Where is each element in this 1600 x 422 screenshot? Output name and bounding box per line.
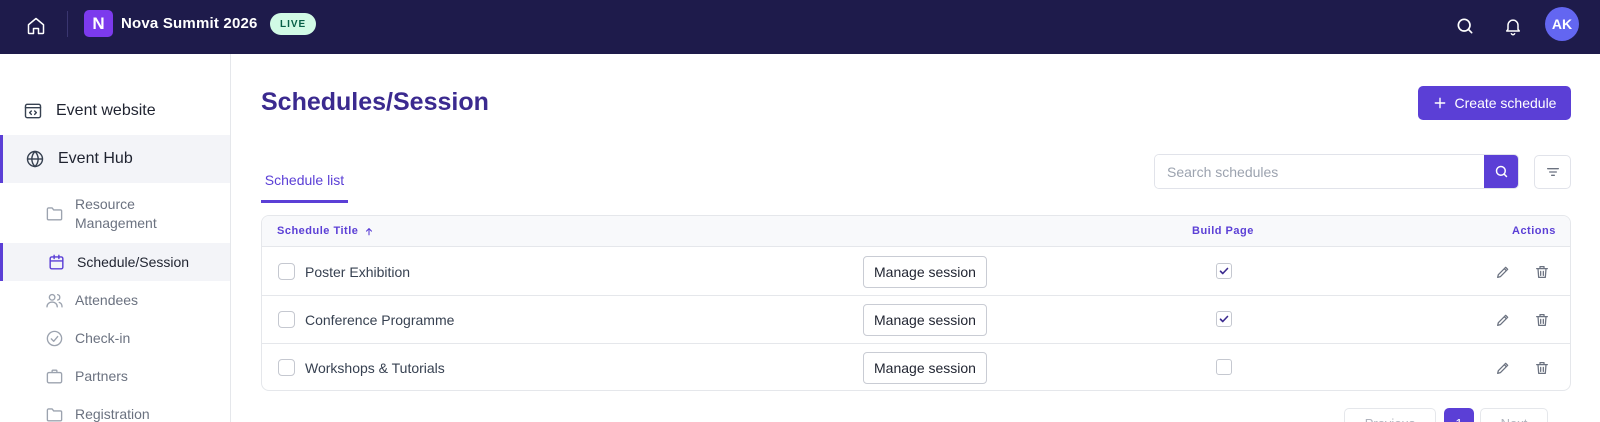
build-page-checkbox[interactable] [1216, 263, 1232, 279]
pencil-icon [1497, 362, 1509, 374]
search-input[interactable] [1155, 155, 1484, 188]
table-row: Conference Programme Manage session [262, 296, 1570, 344]
sidebar-item-resource-management[interactable]: Resource Management [0, 190, 230, 238]
sidebar-item-label: Registration [75, 405, 150, 422]
edit-button[interactable] [1493, 262, 1513, 282]
tab-schedule-list[interactable]: Schedule list [261, 160, 348, 203]
pagination-next[interactable]: Next [1480, 408, 1548, 422]
delete-button[interactable] [1532, 358, 1552, 378]
calendar-icon [49, 254, 64, 270]
sidebar-item-label: Schedule/Session [77, 253, 190, 270]
search-bar [1154, 154, 1519, 189]
column-header-build-page: Build Page [1192, 225, 1254, 237]
check-circle-icon [46, 330, 63, 347]
users-icon [46, 293, 63, 308]
sidebar-item-label: Check-in [75, 329, 131, 346]
pagination-previous[interactable]: Previous [1344, 408, 1436, 422]
manage-session-button[interactable]: Manage session [863, 304, 987, 336]
live-status-badge: LIVE [270, 13, 317, 35]
globe-icon [26, 150, 44, 168]
table-row: Poster Exhibition Manage session [262, 248, 1570, 296]
sort-ascending-icon [366, 227, 373, 235]
manage-session-button[interactable]: Manage session [863, 352, 987, 384]
manage-session-button[interactable]: Manage session [863, 256, 987, 288]
trash-icon [1536, 314, 1548, 326]
sidebar-item-label: Attendees [75, 291, 139, 308]
filter-button[interactable] [1534, 155, 1571, 189]
sidebar-item-schedule-session[interactable]: Schedule/Session [0, 243, 230, 281]
build-page-checkbox[interactable] [1216, 359, 1232, 375]
bell-icon [1506, 19, 1520, 36]
sidebar: Event website Event Hub Resource Managem… [0, 54, 231, 422]
schedule-title: Conference Programme [305, 312, 455, 328]
sidebar-item-attendees[interactable]: Attendees [0, 281, 230, 319]
search-button[interactable] [1451, 12, 1479, 40]
row-select-checkbox[interactable] [278, 359, 295, 376]
search-icon [1495, 165, 1507, 178]
plus-icon [1434, 97, 1445, 109]
top-bar: N Nova Summit 2026 LIVE AK [0, 0, 1600, 54]
create-schedule-label: Create schedule [1454, 95, 1557, 111]
table-row: Workshops & Tutorials Manage session [262, 344, 1570, 390]
user-avatar[interactable]: AK [1545, 7, 1579, 41]
topbar-divider [67, 11, 68, 37]
folder-icon [46, 207, 63, 221]
pagination-page-current[interactable]: 1 [1444, 408, 1474, 422]
column-header-actions: Actions [1512, 225, 1556, 237]
trash-icon [1536, 362, 1548, 374]
sidebar-item-registration[interactable]: Registration [0, 395, 230, 422]
table-header: Schedule Title Build Page Actions [262, 216, 1570, 247]
schedules-table: Schedule Title Build Page Actions Poster… [261, 215, 1571, 391]
sidebar-item-label: Event Hub [58, 150, 133, 167]
home-button[interactable] [22, 12, 50, 40]
row-select-checkbox[interactable] [278, 263, 295, 280]
column-header-label: Schedule Title [277, 225, 359, 237]
sidebar-item-label: Resource Management [75, 196, 157, 231]
column-header-title[interactable]: Schedule Title [277, 225, 374, 237]
briefcase-icon [46, 369, 63, 384]
search-icon [1457, 18, 1473, 34]
schedule-title: Workshops & Tutorials [305, 360, 445, 376]
delete-button[interactable] [1532, 310, 1552, 330]
sidebar-item-check-in[interactable]: Check-in [0, 319, 230, 357]
event-name: Nova Summit 2026 [121, 15, 258, 32]
notifications-button[interactable] [1499, 12, 1527, 40]
sidebar-item-label: Event website [56, 102, 156, 119]
edit-button[interactable] [1493, 310, 1513, 330]
schedule-title: Poster Exhibition [305, 264, 411, 280]
page-title: Schedules/Session [261, 88, 489, 116]
sidebar-item-event-website[interactable]: Event website [0, 87, 230, 135]
create-schedule-button[interactable]: Create schedule [1418, 86, 1571, 120]
sidebar-item-label: Partners [75, 367, 128, 384]
check-icon [1219, 315, 1229, 323]
pencil-icon [1497, 266, 1509, 278]
delete-button[interactable] [1532, 262, 1552, 282]
row-select-checkbox[interactable] [278, 311, 295, 328]
trash-icon [1536, 266, 1548, 278]
folder-icon [46, 408, 63, 422]
sidebar-item-event-hub[interactable]: Event Hub [0, 135, 230, 183]
sidebar-item-partners[interactable]: Partners [0, 357, 230, 395]
website-icon [24, 103, 42, 119]
check-icon [1219, 267, 1229, 275]
search-submit-button[interactable] [1484, 155, 1518, 188]
home-icon [27, 17, 45, 35]
pencil-icon [1497, 314, 1509, 326]
filter-icon [1546, 168, 1559, 176]
event-logo: N [84, 10, 113, 37]
build-page-checkbox[interactable] [1216, 311, 1232, 327]
edit-button[interactable] [1493, 358, 1513, 378]
